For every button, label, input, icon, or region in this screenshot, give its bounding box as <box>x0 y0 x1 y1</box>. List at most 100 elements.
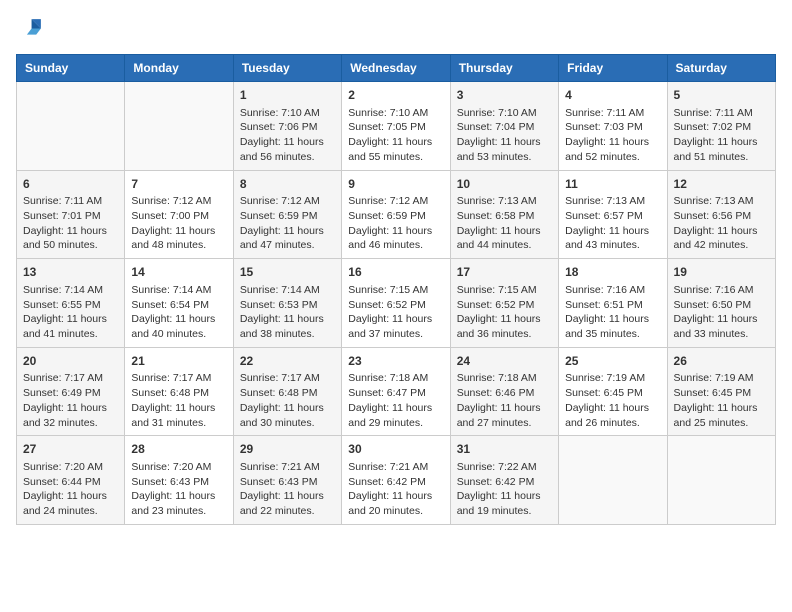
calendar-cell: 13 Sunrise: 7:14 AM Sunset: 6:55 PM Dayli… <box>17 259 125 348</box>
calendar-day-header: Saturday <box>667 55 775 82</box>
day-number: 30 <box>348 441 443 458</box>
day-info: Sunrise: 7:16 AM Sunset: 6:51 PM Dayligh… <box>565 283 660 342</box>
day-number: 9 <box>348 176 443 193</box>
calendar-cell: 12Sunrise: 7:13 AM Sunset: 6:56 PM Dayli… <box>667 170 775 259</box>
calendar-cell: 14Sunrise: 7:14 AM Sunset: 6:54 PM Dayli… <box>125 259 233 348</box>
day-info: Sunrise: 7:15 AM Sunset: 6:52 PM Dayligh… <box>348 283 443 342</box>
day-info: Sunrise: 7:12 AM Sunset: 6:59 PM Dayligh… <box>348 194 443 253</box>
calendar-week-row: 27Sunrise: 7:20 AM Sunset: 6:44 PM Dayli… <box>17 436 776 525</box>
day-number: 7 <box>131 176 226 193</box>
day-number: 18 <box>565 264 660 281</box>
day-info: Sunrise: 7:14 AM Sunset: 6:53 PM Dayligh… <box>240 283 335 342</box>
page-container: SundayMondayTuesdayWednesdayThursdayFrid… <box>0 0 792 537</box>
calendar-cell: 20Sunrise: 7:17 AM Sunset: 6:49 PM Dayli… <box>17 347 125 436</box>
day-number: 6 <box>23 176 118 193</box>
calendar-week-row: 13 Sunrise: 7:14 AM Sunset: 6:55 PM Dayli… <box>17 259 776 348</box>
calendar-cell: 27Sunrise: 7:20 AM Sunset: 6:44 PM Dayli… <box>17 436 125 525</box>
day-info: Sunrise: 7:10 AM Sunset: 7:06 PM Dayligh… <box>240 106 335 165</box>
day-info: Sunrise: 7:13 AM Sunset: 6:56 PM Dayligh… <box>674 194 769 253</box>
calendar-day-header: Monday <box>125 55 233 82</box>
day-number: 12 <box>674 176 769 193</box>
day-info: Sunrise: 7:14 AM Sunset: 6:55 PM Dayligh… <box>23 283 118 342</box>
day-number: 11 <box>565 176 660 193</box>
day-info: Sunrise: 7:10 AM Sunset: 7:05 PM Dayligh… <box>348 106 443 165</box>
calendar-cell: 3 Sunrise: 7:10 AM Sunset: 7:04 PM Daylig… <box>450 82 558 171</box>
calendar-header-row: SundayMondayTuesdayWednesdayThursdayFrid… <box>17 55 776 82</box>
calendar-cell <box>125 82 233 171</box>
calendar-cell <box>667 436 775 525</box>
calendar-cell: 25Sunrise: 7:19 AM Sunset: 6:45 PM Dayli… <box>559 347 667 436</box>
calendar-cell: 18 Sunrise: 7:16 AM Sunset: 6:51 PM Dayli… <box>559 259 667 348</box>
calendar-day-header: Friday <box>559 55 667 82</box>
day-number: 13 <box>23 264 118 281</box>
calendar-cell: 24Sunrise: 7:18 AM Sunset: 6:46 PM Dayli… <box>450 347 558 436</box>
day-number: 24 <box>457 353 552 370</box>
day-number: 5 <box>674 87 769 104</box>
day-number: 27 <box>23 441 118 458</box>
day-info: Sunrise: 7:10 AM Sunset: 7:04 PM Dayligh… <box>457 106 552 165</box>
calendar-cell: 7Sunrise: 7:12 AM Sunset: 7:00 PM Daylig… <box>125 170 233 259</box>
day-info: Sunrise: 7:17 AM Sunset: 6:48 PM Dayligh… <box>240 371 335 430</box>
calendar-week-row: 1 Sunrise: 7:10 AM Sunset: 7:06 PM Daylig… <box>17 82 776 171</box>
day-number: 22 <box>240 353 335 370</box>
day-number: 4 <box>565 87 660 104</box>
calendar-cell: 15 Sunrise: 7:14 AM Sunset: 6:53 PM Dayli… <box>233 259 341 348</box>
day-number: 17 <box>457 264 552 281</box>
calendar-day-header: Tuesday <box>233 55 341 82</box>
calendar-cell: 17 Sunrise: 7:15 AM Sunset: 6:52 PM Dayli… <box>450 259 558 348</box>
day-info: Sunrise: 7:22 AM Sunset: 6:42 PM Dayligh… <box>457 460 552 519</box>
calendar-cell: 11Sunrise: 7:13 AM Sunset: 6:57 PM Dayli… <box>559 170 667 259</box>
calendar-cell: 31 Sunrise: 7:22 AM Sunset: 6:42 PM Dayli… <box>450 436 558 525</box>
calendar-cell: 21Sunrise: 7:17 AM Sunset: 6:48 PM Dayli… <box>125 347 233 436</box>
day-number: 31 <box>457 441 552 458</box>
day-info: Sunrise: 7:11 AM Sunset: 7:02 PM Dayligh… <box>674 106 769 165</box>
calendar-cell: 4Sunrise: 7:11 AM Sunset: 7:03 PM Daylig… <box>559 82 667 171</box>
day-info: Sunrise: 7:15 AM Sunset: 6:52 PM Dayligh… <box>457 283 552 342</box>
day-number: 28 <box>131 441 226 458</box>
day-number: 20 <box>23 353 118 370</box>
day-info: Sunrise: 7:20 AM Sunset: 6:43 PM Dayligh… <box>131 460 226 519</box>
calendar-cell: 16 Sunrise: 7:15 AM Sunset: 6:52 PM Dayli… <box>342 259 450 348</box>
calendar-day-header: Wednesday <box>342 55 450 82</box>
calendar-cell: 2 Sunrise: 7:10 AM Sunset: 7:05 PM Daylig… <box>342 82 450 171</box>
day-number: 3 <box>457 87 552 104</box>
day-number: 25 <box>565 353 660 370</box>
logo <box>16 16 48 44</box>
day-info: Sunrise: 7:14 AM Sunset: 6:54 PM Dayligh… <box>131 283 226 342</box>
page-header <box>16 16 776 44</box>
day-number: 26 <box>674 353 769 370</box>
day-number: 21 <box>131 353 226 370</box>
calendar-cell: 1 Sunrise: 7:10 AM Sunset: 7:06 PM Daylig… <box>233 82 341 171</box>
day-number: 15 <box>240 264 335 281</box>
calendar-cell <box>17 82 125 171</box>
day-number: 16 <box>348 264 443 281</box>
day-number: 8 <box>240 176 335 193</box>
calendar-week-row: 6Sunrise: 7:11 AM Sunset: 7:01 PM Daylig… <box>17 170 776 259</box>
calendar-day-header: Thursday <box>450 55 558 82</box>
day-info: Sunrise: 7:21 AM Sunset: 6:43 PM Dayligh… <box>240 460 335 519</box>
day-info: Sunrise: 7:18 AM Sunset: 6:46 PM Dayligh… <box>457 371 552 430</box>
day-number: 19 <box>674 264 769 281</box>
day-info: Sunrise: 7:12 AM Sunset: 7:00 PM Dayligh… <box>131 194 226 253</box>
day-info: Sunrise: 7:18 AM Sunset: 6:47 PM Dayligh… <box>348 371 443 430</box>
calendar-cell: 30Sunrise: 7:21 AM Sunset: 6:42 PM Dayli… <box>342 436 450 525</box>
calendar-day-header: Sunday <box>17 55 125 82</box>
day-info: Sunrise: 7:19 AM Sunset: 6:45 PM Dayligh… <box>674 371 769 430</box>
calendar-table: SundayMondayTuesdayWednesdayThursdayFrid… <box>16 54 776 525</box>
day-number: 1 <box>240 87 335 104</box>
calendar-cell: 5 Sunrise: 7:11 AM Sunset: 7:02 PM Daylig… <box>667 82 775 171</box>
calendar-cell: 28 Sunrise: 7:20 AM Sunset: 6:43 PM Dayli… <box>125 436 233 525</box>
day-info: Sunrise: 7:13 AM Sunset: 6:58 PM Dayligh… <box>457 194 552 253</box>
calendar-cell: 29 Sunrise: 7:21 AM Sunset: 6:43 PM Dayli… <box>233 436 341 525</box>
calendar-cell: 10Sunrise: 7:13 AM Sunset: 6:58 PM Dayli… <box>450 170 558 259</box>
day-number: 2 <box>348 87 443 104</box>
day-number: 10 <box>457 176 552 193</box>
calendar-cell: 26Sunrise: 7:19 AM Sunset: 6:45 PM Dayli… <box>667 347 775 436</box>
day-number: 29 <box>240 441 335 458</box>
day-info: Sunrise: 7:19 AM Sunset: 6:45 PM Dayligh… <box>565 371 660 430</box>
calendar-cell <box>559 436 667 525</box>
day-info: Sunrise: 7:17 AM Sunset: 6:49 PM Dayligh… <box>23 371 118 430</box>
calendar-cell: 23Sunrise: 7:18 AM Sunset: 6:47 PM Dayli… <box>342 347 450 436</box>
calendar-cell: 9Sunrise: 7:12 AM Sunset: 6:59 PM Daylig… <box>342 170 450 259</box>
calendar-week-row: 20Sunrise: 7:17 AM Sunset: 6:49 PM Dayli… <box>17 347 776 436</box>
